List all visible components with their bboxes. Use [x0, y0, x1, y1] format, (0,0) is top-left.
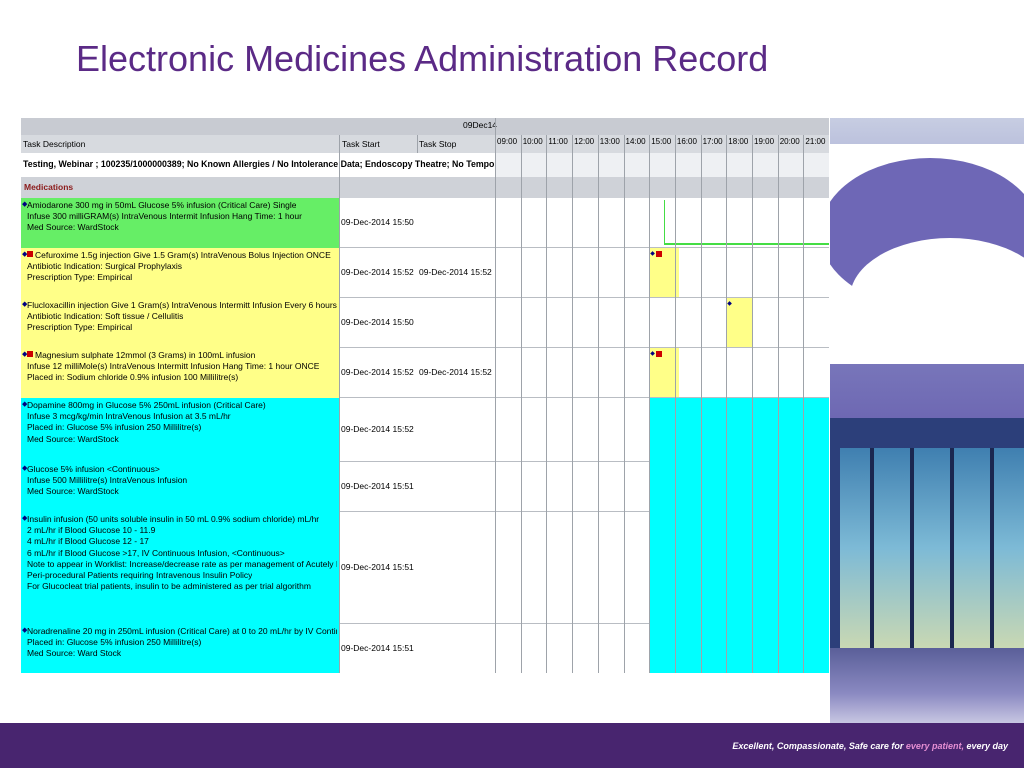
- infusion-line: [664, 243, 829, 245]
- grid-line: [521, 135, 522, 673]
- patient-banner: Testing, Webinar ; 100235/1000000389; No…: [23, 159, 551, 169]
- hour-header: 10:00: [522, 137, 543, 146]
- row-line: Amiodarone 300 mg in 50mL Glucose 5% inf…: [27, 200, 297, 210]
- hour-header: 19:00: [754, 137, 775, 146]
- date-header-bar: [21, 118, 829, 135]
- row-line: Note to appear in Worklist: Increase/dec…: [27, 558, 337, 569]
- row-line: Infuse 300 milliGRAM(s) IntraVenous Inte…: [27, 211, 302, 222]
- hour-header: 16:00: [676, 137, 697, 146]
- row-line: Med Source: Ward Stock: [27, 648, 122, 659]
- footer-bar: Excellent, Compassionate, Safe care for …: [0, 723, 1024, 768]
- grid-line: [598, 135, 599, 673]
- grid-line: [339, 135, 340, 673]
- row-line: Prescription Type: Empirical: [27, 272, 133, 283]
- row-line: Antibiotic Indication: Soft tissue / Cel…: [27, 311, 184, 322]
- row-start: 09-Dec-2014 15:51: [341, 481, 414, 491]
- row-line: Cefuroxime 1.5g injection Give 1.5 Gram(…: [35, 250, 331, 260]
- row-line: Med Source: WardStock: [27, 433, 119, 444]
- row-line: 4 mL/hr if Blood Glucose 12 - 17: [27, 536, 149, 547]
- row-divider: [339, 297, 829, 298]
- dose-marker-icon: ◆: [650, 251, 655, 257]
- row-stop: 09-Dec-2014 15:52: [419, 267, 492, 277]
- row-line: Infuse 500 Millilitre(s) IntraVenous Inf…: [27, 475, 188, 486]
- grid-line: [649, 135, 650, 673]
- grid-line: [624, 135, 625, 673]
- row-line: 6 mL/hr if Blood Glucose >17, IV Continu…: [27, 547, 285, 558]
- row-line: 2 mL/hr if Blood Glucose 10 - 11.9: [27, 525, 156, 536]
- row-start: 09-Dec-2014 15:51: [341, 643, 414, 653]
- grid-line: [752, 135, 753, 673]
- grid-line: [701, 135, 702, 673]
- alert-flag-icon: [656, 251, 663, 257]
- grid-line: [675, 135, 676, 673]
- tagline-highlight: every patient,: [905, 741, 964, 751]
- hour-header: 20:00: [779, 137, 800, 146]
- grid-line: [495, 118, 496, 673]
- hour-header: 11:00: [548, 137, 568, 146]
- row-line: Magnesium sulphate 12mmol (3 Grams) in 1…: [35, 350, 256, 360]
- hour-header: 14:00: [625, 137, 646, 146]
- row-line: Flucloxacillin injection Give 1 Gram(s) …: [27, 300, 337, 310]
- grid-line: [778, 135, 779, 673]
- row-line: Placed in: Sodium chloride 0.9% infusion…: [27, 372, 239, 383]
- section-header-bg: [21, 177, 829, 198]
- row-start: 09-Dec-2014 15:52: [341, 267, 414, 277]
- grid-line: [803, 135, 804, 673]
- row-line: Med Source: WardStock: [27, 222, 119, 233]
- row-start: 09-Dec-2014 15:50: [341, 217, 414, 227]
- section-medications: Medications: [24, 182, 74, 192]
- hour-header: 15:00: [651, 137, 672, 146]
- row-line: For Glucocleat trial patients, insulin t…: [27, 581, 311, 592]
- row-stop: 09-Dec-2014 15:52: [419, 367, 492, 377]
- alert-flag-icon: [656, 351, 663, 357]
- slide-title: Electronic Medicines Administration Reco…: [76, 38, 769, 79]
- row-line: Insulin infusion (50 units soluble insul…: [27, 514, 320, 524]
- row-start: 09-Dec-2014 15:51: [341, 562, 414, 572]
- row-divider: [339, 247, 829, 248]
- footer-tagline: Excellent, Compassionate, Safe care for …: [732, 741, 1008, 751]
- tagline-part2: every day: [963, 741, 1008, 751]
- row-line: Prescription Type: Empirical: [27, 322, 133, 333]
- col-task-start[interactable]: Task Start: [342, 139, 380, 149]
- row-line: Med Source: WardStock: [27, 486, 119, 497]
- row-line: Peri-procedural Patients requiring Intra…: [27, 570, 253, 580]
- row-divider: [339, 347, 829, 348]
- row-line: Antibiotic Indication: Surgical Prophyla…: [27, 261, 182, 272]
- row-line: Infuse 3 mcg/kg/min IntraVenous Infusion…: [27, 411, 231, 422]
- hospital-photo: [830, 118, 1024, 723]
- row-start: 09-Dec-2014 15:52: [341, 424, 414, 434]
- tagline-part1: Excellent, Compassionate, Safe care for: [732, 741, 906, 751]
- row-line: Dopamine 800mg in Glucose 5% 250mL infus…: [27, 400, 266, 410]
- dose-marker-icon: ◆: [650, 351, 655, 357]
- grid-line: [572, 135, 573, 673]
- alert-flag-icon: [27, 251, 33, 257]
- hour-header: 13:00: [599, 137, 620, 146]
- dose-marker-icon: ◆: [727, 301, 732, 307]
- hour-header: 17:00: [702, 137, 723, 146]
- grid-line: [726, 135, 727, 673]
- col-task-description[interactable]: Task Description: [23, 139, 85, 149]
- row-start: 09-Dec-2014 15:50: [341, 317, 414, 327]
- col-task-stop[interactable]: Task Stop: [419, 139, 456, 149]
- row-start: 09-Dec-2014 15:52: [341, 367, 414, 377]
- hour-header: 21:00: [805, 137, 826, 146]
- emar-screenshot: 09Dec14 Task Description Task Start Task…: [21, 118, 829, 673]
- row-line: Placed in: Glucose 5% infusion 250 Milli…: [27, 637, 202, 648]
- hour-header: 18:00: [728, 137, 749, 146]
- row-line: Noradrenaline 20 mg in 250mL infusion (C…: [27, 626, 337, 636]
- hour-header: 09:00: [497, 137, 518, 146]
- hour-header: 12:00: [574, 137, 595, 146]
- slide: Electronic Medicines Administration Reco…: [0, 0, 1024, 768]
- row-line: Infuse 12 milliMole(s) IntraVenous Inter…: [27, 361, 320, 372]
- row-line: Glucose 5% infusion <Continuous>: [27, 464, 160, 474]
- grid-line: [417, 135, 418, 153]
- row-line: Placed in: Glucose 5% infusion 250 Milli…: [27, 422, 202, 433]
- alert-flag-icon: [27, 351, 33, 357]
- infusion-line: [664, 200, 666, 244]
- date-header: 09Dec14: [463, 120, 498, 130]
- grid-line: [546, 135, 547, 673]
